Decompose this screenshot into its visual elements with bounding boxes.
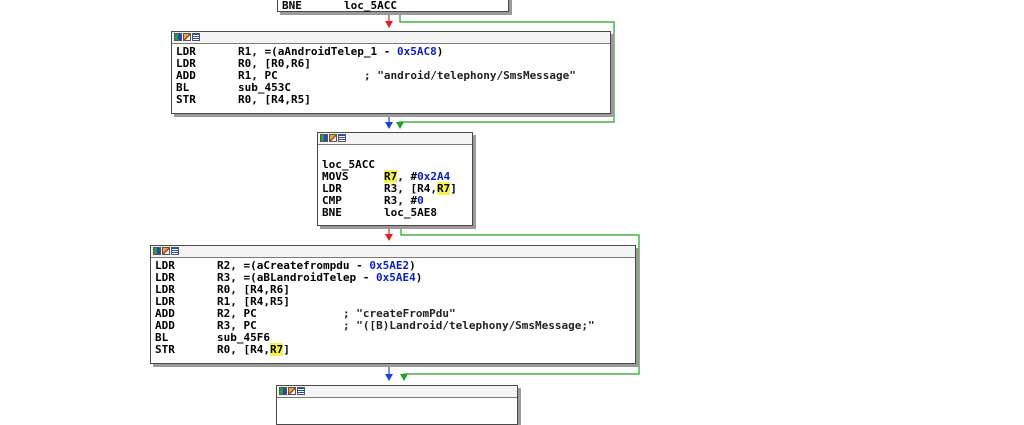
graph-view-icon[interactable] bbox=[279, 387, 287, 395]
code-block-top[interactable]: BNE loc_5ACC bbox=[277, 0, 509, 12]
instruction-operands: loc_5AE8 bbox=[384, 206, 437, 219]
graph-view-icon[interactable] bbox=[174, 33, 182, 41]
numeric-operand: 0x5AE4 bbox=[375, 271, 416, 284]
instruction-operands: R0, [R4,R5] bbox=[238, 93, 311, 106]
instruction-mnemonic: BNE bbox=[282, 0, 302, 12]
instruction-comment: ; "([B)Landroid/telephony/SmsMessage;" bbox=[343, 319, 595, 332]
instruction-mnemonic: STR bbox=[176, 93, 196, 106]
code-block-create-from-pdu[interactable]: LDR R2, =(aCreatefrompdu - 0x5AE2) LDR R3, … bbox=[150, 245, 636, 364]
block-header bbox=[277, 386, 517, 398]
instruction-line[interactable]: BNE loc_5ACC bbox=[282, 0, 397, 12]
operand-text: ) bbox=[436, 45, 444, 58]
edit-color-icon[interactable] bbox=[288, 387, 296, 395]
text-view-icon[interactable] bbox=[297, 387, 305, 395]
operand-text: ] bbox=[450, 182, 457, 195]
block-header bbox=[318, 133, 472, 145]
instruction-comment: ; "android/telephony/SmsMessage" bbox=[364, 69, 576, 82]
numeric-operand: 0x5AC8 bbox=[396, 45, 437, 58]
edit-color-icon[interactable] bbox=[162, 247, 170, 255]
operand-text: R0, [R4, bbox=[217, 343, 270, 356]
block-header bbox=[172, 32, 610, 44]
highlighted-register: R7 bbox=[269, 343, 284, 356]
code-block-sms-class[interactable]: LDR R1, =(aAndroidTelep_1 - 0x5AC8) LDR R0,… bbox=[171, 31, 611, 114]
graph-view-icon[interactable] bbox=[153, 247, 161, 255]
graph-view-icon[interactable] bbox=[320, 134, 328, 142]
edit-color-icon[interactable] bbox=[329, 134, 337, 142]
code-block-loc-5acc[interactable]: loc_5ACC MOVS R7, #0x2A4 LDR R3, [R4,R7] CMP… bbox=[317, 132, 473, 226]
edit-color-icon[interactable] bbox=[183, 33, 191, 41]
block-header bbox=[151, 246, 635, 258]
operand-text: ] bbox=[283, 343, 290, 356]
instruction-operands: R0, [R4,R7] bbox=[217, 343, 290, 356]
operand-text: ) bbox=[415, 271, 423, 284]
instruction-mnemonic: STR bbox=[155, 343, 175, 356]
text-view-icon[interactable] bbox=[192, 33, 200, 41]
code-block-bottom[interactable] bbox=[276, 385, 518, 425]
instruction-operands: loc_5ACC bbox=[344, 0, 397, 12]
text-view-icon[interactable] bbox=[171, 247, 179, 255]
highlighted-register: R7 bbox=[436, 182, 451, 195]
text-view-icon[interactable] bbox=[338, 134, 346, 142]
instruction-mnemonic: BNE bbox=[322, 206, 342, 219]
